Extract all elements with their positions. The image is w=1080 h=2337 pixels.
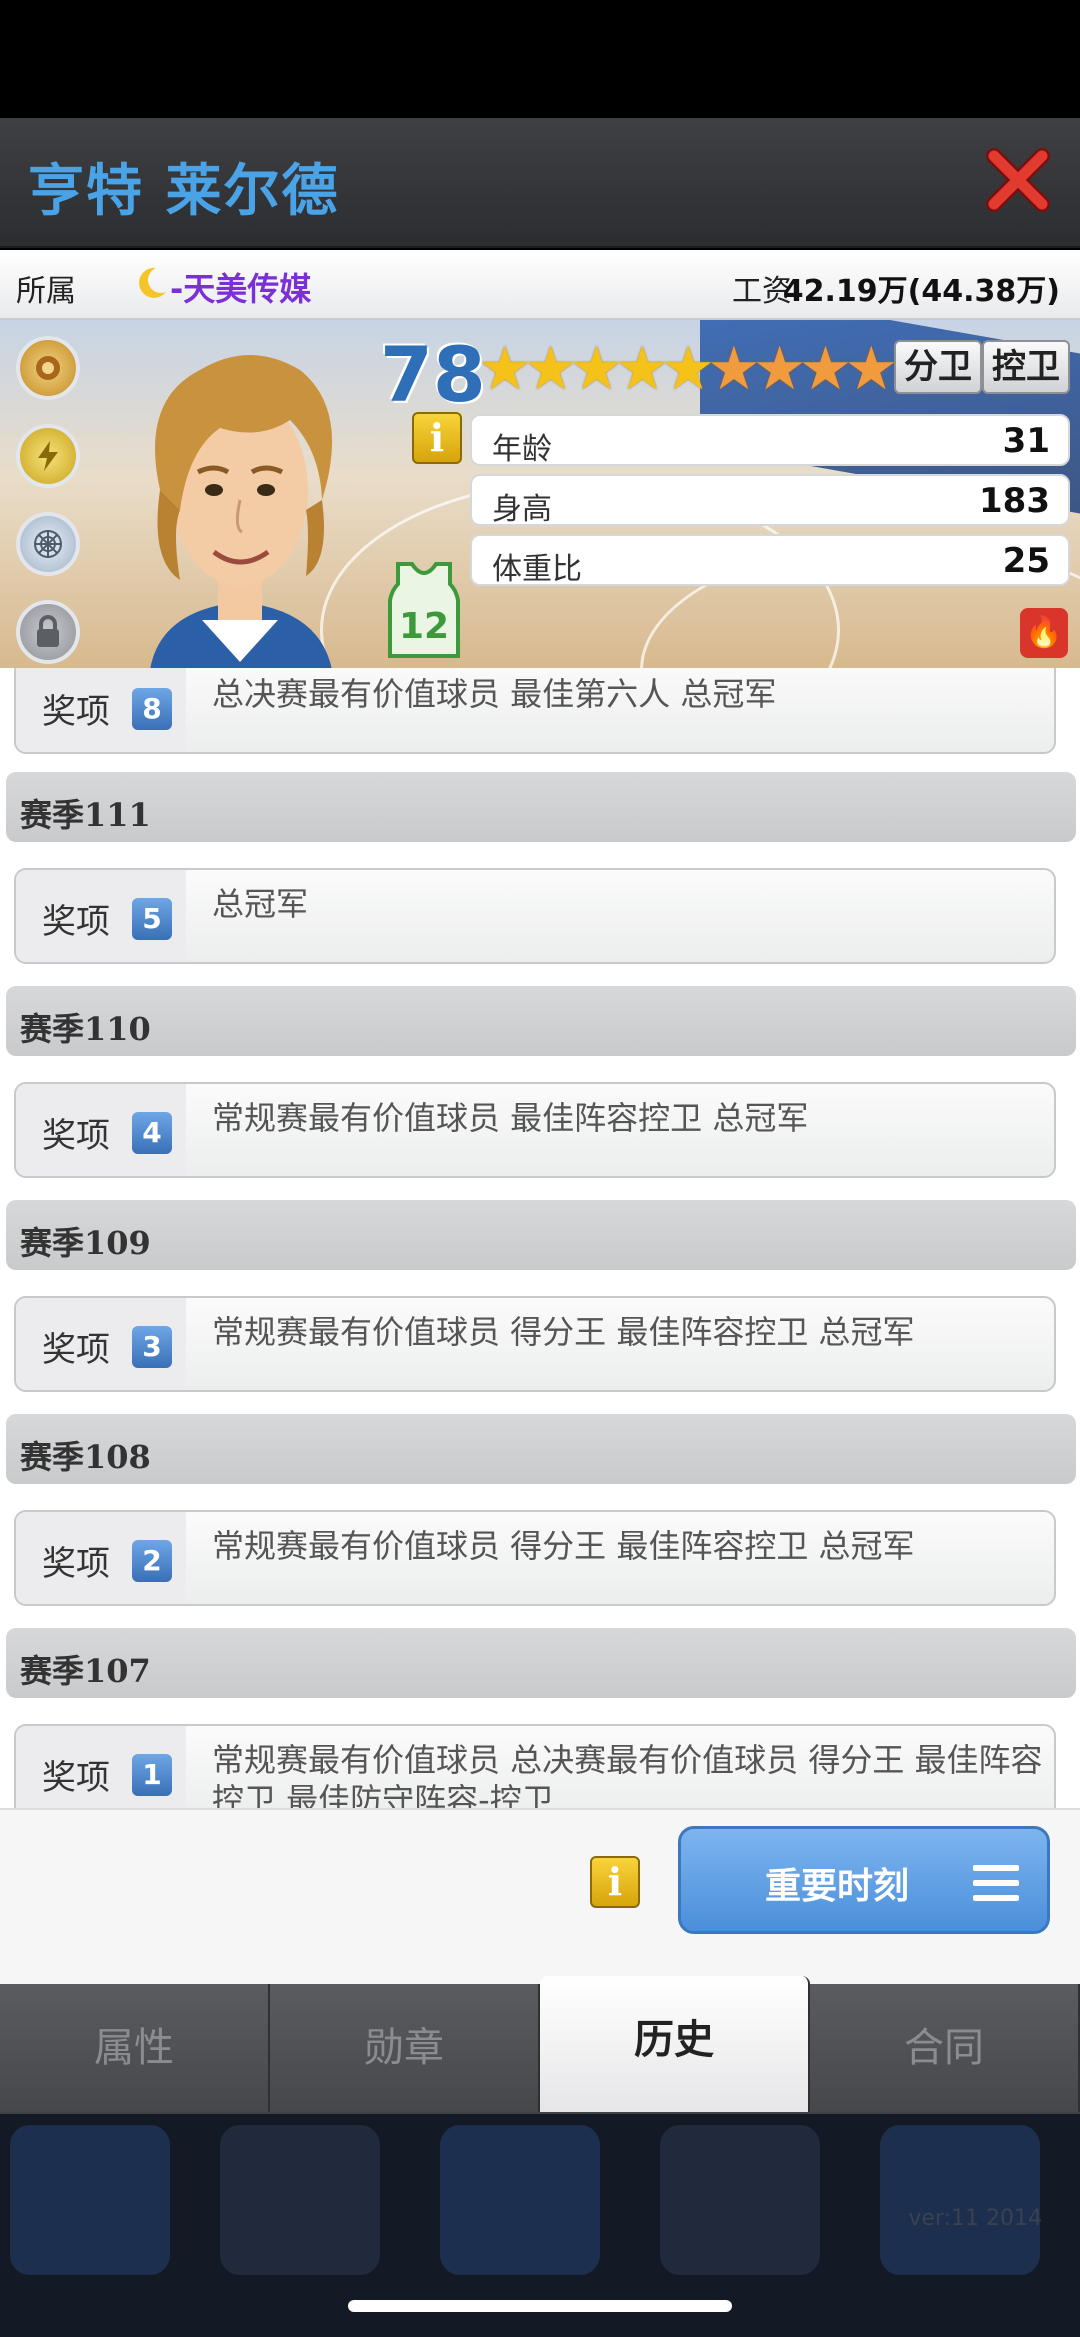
stat-age: 年龄 31 [470,414,1070,467]
stat-height: 身高 183 [470,474,1070,527]
star-icon: ★ [798,334,853,404]
overall-rating: 78 [380,330,486,419]
star-icon: ★ [478,334,532,404]
award-label: 奖项 [42,692,110,732]
action-bar: i 重要时刻 [0,1808,1080,1984]
award-count-badge: 8 [132,688,172,730]
award-desc: 常规赛最有价值球员 得分王 最佳阵容控卫 总冠军 [212,1527,915,1565]
award-count-badge: 1 [132,1754,172,1796]
medal-badge-icon[interactable] [16,336,80,400]
star-icon: ★ [569,334,624,404]
season-title: 赛季109 [20,1224,151,1262]
status-bar [0,0,1080,118]
award-desc: 总决赛最有价值球员 最佳第六人 总冠军 [212,675,777,713]
season-header: 赛季108 [6,1414,1076,1484]
award-desc: 总冠军 [212,885,309,923]
tab-contract[interactable]: 合同 [810,1984,1080,2112]
season-title: 赛季108 [20,1438,151,1476]
web-badge-icon[interactable] [16,512,80,576]
season-title: 赛季111 [20,796,151,834]
award-count-badge: 4 [132,1112,172,1154]
award-row[interactable]: 奖项 2 常规赛最有价值球员 得分王 最佳阵容控卫 总冠军 [14,1510,1056,1606]
title-bar: 亨特 莱尔德 [0,118,1080,248]
star-icon: ★ [706,334,761,404]
info-row: 所属 -天美传媒 工资 42.19万(44.38万) [0,250,1080,320]
lock-icon[interactable] [16,600,80,664]
tab-history[interactable]: 历史 [540,1976,810,2112]
background-icon [880,2125,1040,2275]
award-row[interactable]: 奖项 8 总决赛最有价值球员 最佳第六人 总冠军 [14,668,1056,754]
menu-icon [973,1865,1019,1901]
stat-value: 31 [1002,421,1050,461]
star-icon: ★ [844,334,898,404]
key-moments-label: 重要时刻 [765,1866,910,1907]
team-name[interactable]: -天美传媒 [170,264,311,310]
award-count-badge: 2 [132,1540,172,1582]
season-header: 赛季109 [6,1200,1076,1270]
tab-attributes[interactable]: 属性 [0,1984,270,2112]
award-label: 奖项 [42,1116,110,1156]
stat-label: 年龄 [492,432,552,467]
position-pg: 控卫 [982,340,1070,394]
award-row[interactable]: 奖项 3 常规赛最有价值球员 得分王 最佳阵容控卫 总冠军 [14,1296,1056,1392]
award-desc: 常规赛最有价值球员 得分王 最佳阵容控卫 总冠军 [212,1313,915,1351]
award-label: 奖项 [42,1330,110,1370]
stat-label: 体重比 [492,552,582,587]
player-portrait [150,355,333,668]
moon-icon [139,267,166,298]
player-card: 78 ★★★★★★★★★ 分卫 控卫 i 年龄 31 身高 183 体重比 25… [0,320,1080,668]
season-header: 赛季107 [6,1628,1076,1698]
award-row[interactable]: 奖项 4 常规赛最有价值球员 最佳阵容控卫 总冠军 [14,1082,1056,1178]
season-header: 赛季110 [6,986,1076,1056]
tab-medals[interactable]: 勋章 [270,1984,540,2112]
background-icon [440,2125,600,2275]
star-icon: ★ [661,334,715,404]
stat-value: 183 [979,481,1050,521]
player-name: 亨特 莱尔德 [28,159,340,224]
lightning-badge-icon[interactable] [16,424,80,488]
stat-label: 身高 [492,492,552,527]
salary-value: 42.19万(44.38万) [782,274,1060,309]
stat-weight-ratio: 体重比 25 [470,534,1070,587]
award-desc: 常规赛最有价值球员 总决赛最有价值球员 得分王 最佳阵容控卫 最佳防守阵容-控卫 [212,1741,1043,1808]
history-list[interactable]: 奖项 8 总决赛最有价值球员 最佳第六人 总冠军 赛季111 奖项 5 总冠军 … [0,668,1080,1808]
version-label: ver:11 2014 [908,2206,1042,2231]
award-count-badge: 3 [132,1326,172,1368]
close-icon[interactable] [984,146,1052,214]
background-icon [660,2125,820,2275]
award-label: 奖项 [42,1758,110,1798]
tab-bar: 属性 勋章 历史 合同 [0,1976,1080,2114]
award-label: 奖项 [42,902,110,942]
award-label: 奖项 [42,1544,110,1584]
svg-text:12: 12 [399,606,449,647]
key-moments-button[interactable]: 重要时刻 [678,1826,1050,1934]
team-label: 所属 [16,274,76,309]
info-icon[interactable]: i [412,412,462,464]
position-sg: 分卫 [894,340,982,394]
star-icon: ★ [523,334,578,404]
award-row[interactable]: 奖项 5 总冠军 [14,868,1056,964]
stat-value: 25 [1002,541,1050,581]
award-desc: 常规赛最有价值球员 最佳阵容控卫 总冠军 [212,1099,809,1137]
background-icon [220,2125,380,2275]
star-icon: ★ [615,334,669,404]
info-icon[interactable]: i [590,1856,640,1908]
background-icon [10,2125,170,2275]
season-title: 赛季107 [20,1652,151,1690]
fire-icon[interactable]: 🔥 [1020,608,1068,658]
star-rating: ★★★★★★★★★ [478,334,898,404]
star-icon: ★ [752,334,807,404]
award-row[interactable]: 奖项 1 常规赛最有价值球员 总决赛最有价值球员 得分王 最佳阵容控卫 最佳防守… [14,1724,1056,1808]
award-count-badge: 5 [132,898,172,940]
season-header: 赛季111 [6,772,1076,842]
home-indicator[interactable] [348,2300,732,2312]
season-title: 赛季110 [20,1010,151,1048]
jersey-icon: 12 [388,562,460,658]
